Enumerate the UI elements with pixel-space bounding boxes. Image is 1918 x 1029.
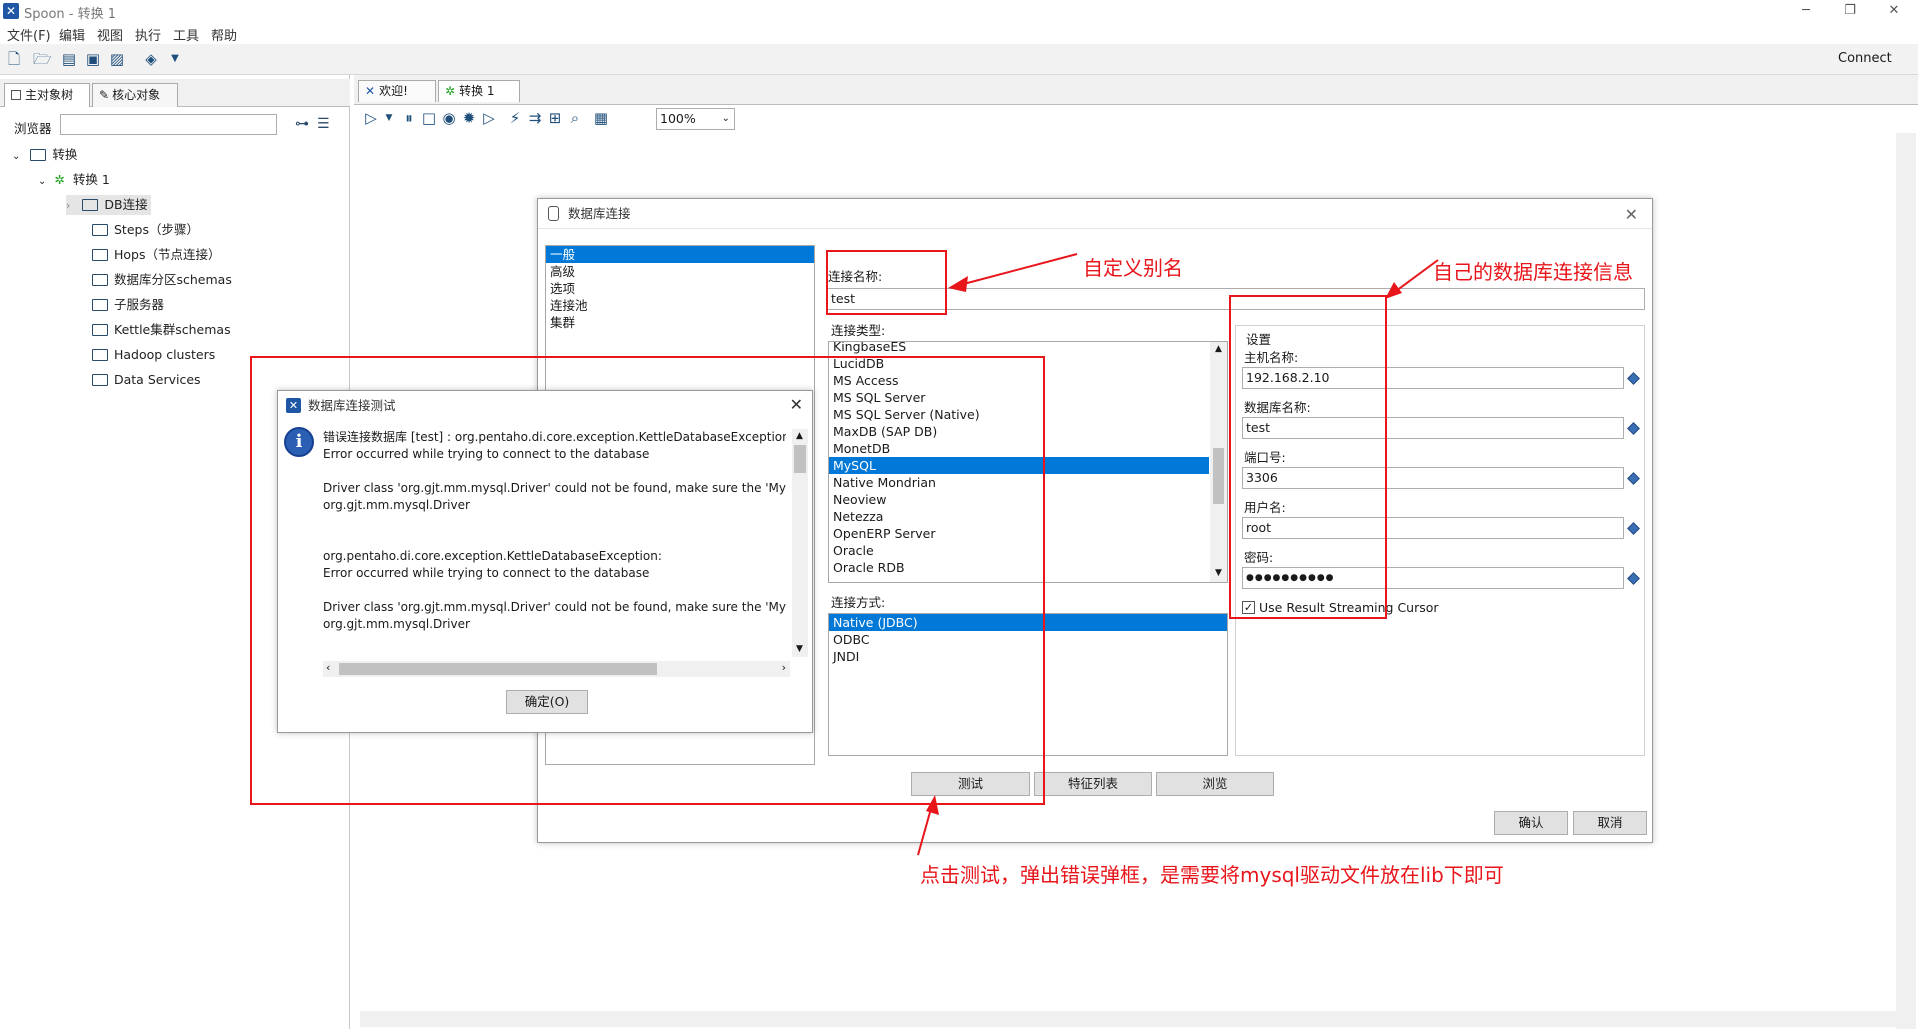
arrowhead: [1385, 282, 1402, 299]
arrowhead: [948, 276, 968, 292]
annotation-alias-text: 自定义别名: [1083, 256, 1183, 280]
arrow-test: [917, 804, 933, 856]
arrow-alias: [955, 253, 1078, 287]
arrowhead: [926, 795, 939, 815]
annotation-conn-info-text: 自己的数据库连接信息: [1433, 260, 1633, 284]
annotation-tip-text: 点击测试，弹出错误弹框，是需要将mysql驱动文件放在lib下即可: [920, 863, 1504, 887]
